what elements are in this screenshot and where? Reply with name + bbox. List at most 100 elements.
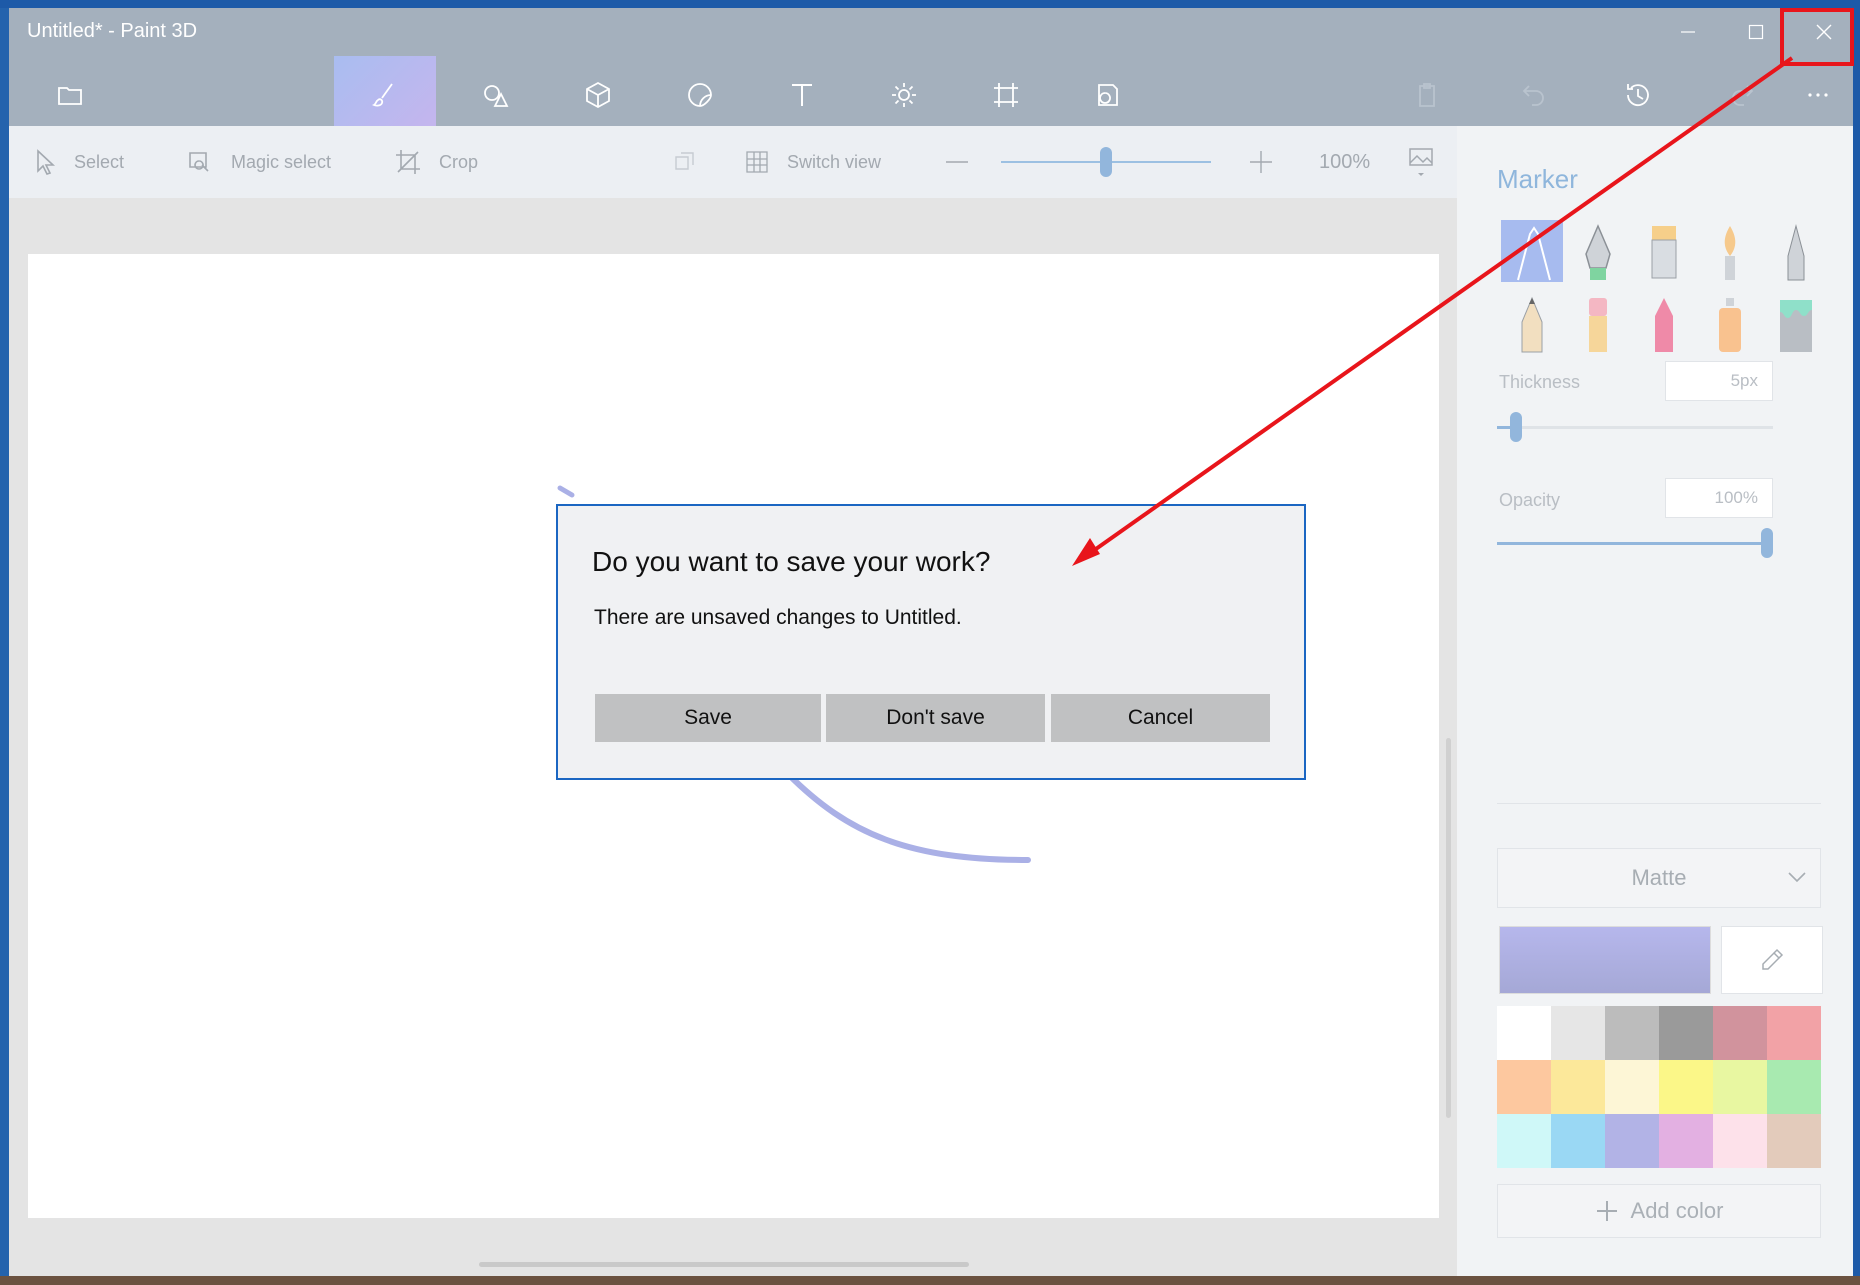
palette-swatch[interactable] bbox=[1551, 1060, 1605, 1114]
spray-can-brush[interactable] bbox=[1699, 292, 1761, 354]
undo-icon bbox=[1522, 85, 1544, 106]
oil-brush[interactable] bbox=[1633, 220, 1695, 282]
paste-icon bbox=[1419, 83, 1435, 107]
undo-button[interactable] bbox=[1491, 56, 1577, 134]
tool-options-bar: Select Magic select Crop Switch view 100… bbox=[9, 126, 1457, 198]
magic-select-tool[interactable]: Magic select bbox=[187, 126, 331, 198]
thickness-input[interactable]: 5px bbox=[1665, 361, 1773, 401]
close-button-highlight bbox=[1780, 8, 1854, 66]
palette-swatch[interactable] bbox=[1659, 1060, 1713, 1114]
more-button[interactable] bbox=[1783, 56, 1853, 134]
tab-text[interactable] bbox=[759, 56, 845, 134]
dialog-message: There are unsaved changes to Untitled. bbox=[594, 606, 962, 629]
eraser-brush[interactable] bbox=[1567, 292, 1629, 354]
palette-swatch[interactable] bbox=[1767, 1114, 1821, 1168]
opacity-label: Opacity bbox=[1499, 490, 1561, 510]
crayon-brush[interactable] bbox=[1633, 292, 1695, 354]
palette-swatch[interactable] bbox=[1497, 1060, 1551, 1114]
palette-swatch[interactable] bbox=[1767, 1060, 1821, 1114]
palette-swatch[interactable] bbox=[1497, 1114, 1551, 1168]
chevron-down-icon bbox=[1788, 872, 1806, 883]
finish-dropdown[interactable]: Matte bbox=[1497, 848, 1821, 908]
menu-button[interactable] bbox=[27, 56, 113, 134]
oil-brush-icon bbox=[1651, 226, 1677, 279]
crop-tool[interactable]: Crop bbox=[395, 126, 478, 198]
palette-swatch[interactable] bbox=[1713, 1060, 1767, 1114]
tab-3d-library[interactable] bbox=[1065, 56, 1151, 134]
eyedropper-icon bbox=[1762, 948, 1784, 970]
current-color-swatch[interactable] bbox=[1499, 926, 1711, 994]
select-tool[interactable]: Select bbox=[34, 126, 124, 198]
marker-brush[interactable] bbox=[1501, 220, 1563, 282]
opacity-slider[interactable] bbox=[1497, 528, 1773, 558]
vertical-scrollbar[interactable] bbox=[1446, 738, 1451, 1118]
palette-swatch[interactable] bbox=[1605, 1060, 1659, 1114]
palette-swatch[interactable] bbox=[1551, 1114, 1605, 1168]
maximize-icon bbox=[1748, 24, 1764, 40]
eyedropper-button[interactable] bbox=[1721, 926, 1823, 994]
minus-icon bbox=[946, 161, 968, 163]
minimize-icon bbox=[1681, 31, 1695, 33]
2d-shapes-icon bbox=[484, 85, 509, 107]
palette-swatch[interactable] bbox=[1497, 1006, 1551, 1060]
zoom-in-button[interactable] bbox=[1249, 126, 1291, 198]
fill-bucket-brush[interactable] bbox=[1765, 292, 1827, 354]
menu-icon bbox=[58, 87, 82, 105]
palette-swatch[interactable] bbox=[1605, 1006, 1659, 1060]
more-icon bbox=[1808, 93, 1828, 97]
pixel-pen-icon bbox=[1787, 224, 1805, 281]
redo-icon bbox=[1732, 85, 1754, 106]
paste-button[interactable] bbox=[1384, 56, 1470, 134]
grid-icon bbox=[746, 151, 768, 173]
magic-select-icon bbox=[189, 152, 209, 172]
zoom-percent: 100% bbox=[1319, 150, 1371, 173]
tab-brushes[interactable] bbox=[334, 56, 436, 134]
zoom-out-button[interactable] bbox=[945, 126, 987, 198]
palette-swatch[interactable] bbox=[1659, 1114, 1713, 1168]
horizontal-scrollbar[interactable] bbox=[479, 1262, 969, 1267]
palette-swatch[interactable] bbox=[1713, 1006, 1767, 1060]
minimize-button[interactable] bbox=[1654, 8, 1722, 56]
thickness-slider[interactable] bbox=[1497, 412, 1773, 442]
opacity-slider-thumb[interactable] bbox=[1761, 528, 1773, 558]
zoom-slider[interactable] bbox=[1001, 147, 1211, 177]
brushes-icon bbox=[371, 83, 393, 107]
window-title: Untitled* - Paint 3D bbox=[27, 20, 198, 42]
palette-swatch[interactable] bbox=[1713, 1114, 1767, 1168]
crop-label: Crop bbox=[439, 151, 479, 172]
image-view-button[interactable] bbox=[1408, 126, 1452, 198]
pencil-brush[interactable] bbox=[1501, 292, 1563, 354]
palette-swatch[interactable] bbox=[1605, 1114, 1659, 1168]
tab-canvas[interactable] bbox=[963, 56, 1049, 134]
history-button[interactable] bbox=[1595, 56, 1681, 134]
3d-view-button[interactable] bbox=[673, 126, 715, 198]
cancel-button[interactable]: Cancel bbox=[1051, 694, 1270, 742]
redo-button[interactable] bbox=[1699, 56, 1785, 134]
dont-save-button[interactable]: Don't save bbox=[826, 694, 1045, 742]
opacity-input[interactable]: 100% bbox=[1665, 478, 1773, 518]
palette-swatch[interactable] bbox=[1659, 1006, 1713, 1060]
watercolor-brush[interactable] bbox=[1699, 220, 1761, 282]
thickness-slider-thumb[interactable] bbox=[1510, 412, 1522, 442]
tab-stickers[interactable] bbox=[657, 56, 743, 134]
panel-title: Marker bbox=[1497, 164, 1578, 194]
add-color-button[interactable]: Add color bbox=[1497, 1184, 1821, 1238]
desktop-background-bottom bbox=[0, 1276, 1860, 1285]
panel-divider bbox=[1497, 803, 1821, 804]
save-dialog: Do you want to save your work? There are… bbox=[556, 504, 1306, 780]
palette-swatch[interactable] bbox=[1767, 1006, 1821, 1060]
tab-effects[interactable] bbox=[861, 56, 947, 134]
tab-2d-shapes[interactable] bbox=[453, 56, 539, 134]
zoom-slider-thumb[interactable] bbox=[1100, 147, 1112, 177]
magic-select-label: Magic select bbox=[231, 151, 332, 172]
eraser-icon bbox=[1589, 298, 1607, 352]
calligraphy-pen-brush[interactable] bbox=[1567, 220, 1629, 282]
switch-view-label: Switch view bbox=[787, 151, 882, 172]
switch-view-button[interactable]: Switch view bbox=[745, 126, 881, 198]
palette-swatch[interactable] bbox=[1551, 1006, 1605, 1060]
dialog-title: Do you want to save your work? bbox=[592, 546, 991, 577]
tab-3d-shapes[interactable] bbox=[555, 56, 641, 134]
save-button[interactable]: Save bbox=[595, 694, 821, 742]
3d-view-icon bbox=[675, 152, 694, 170]
pixel-pen-brush[interactable] bbox=[1765, 220, 1827, 282]
